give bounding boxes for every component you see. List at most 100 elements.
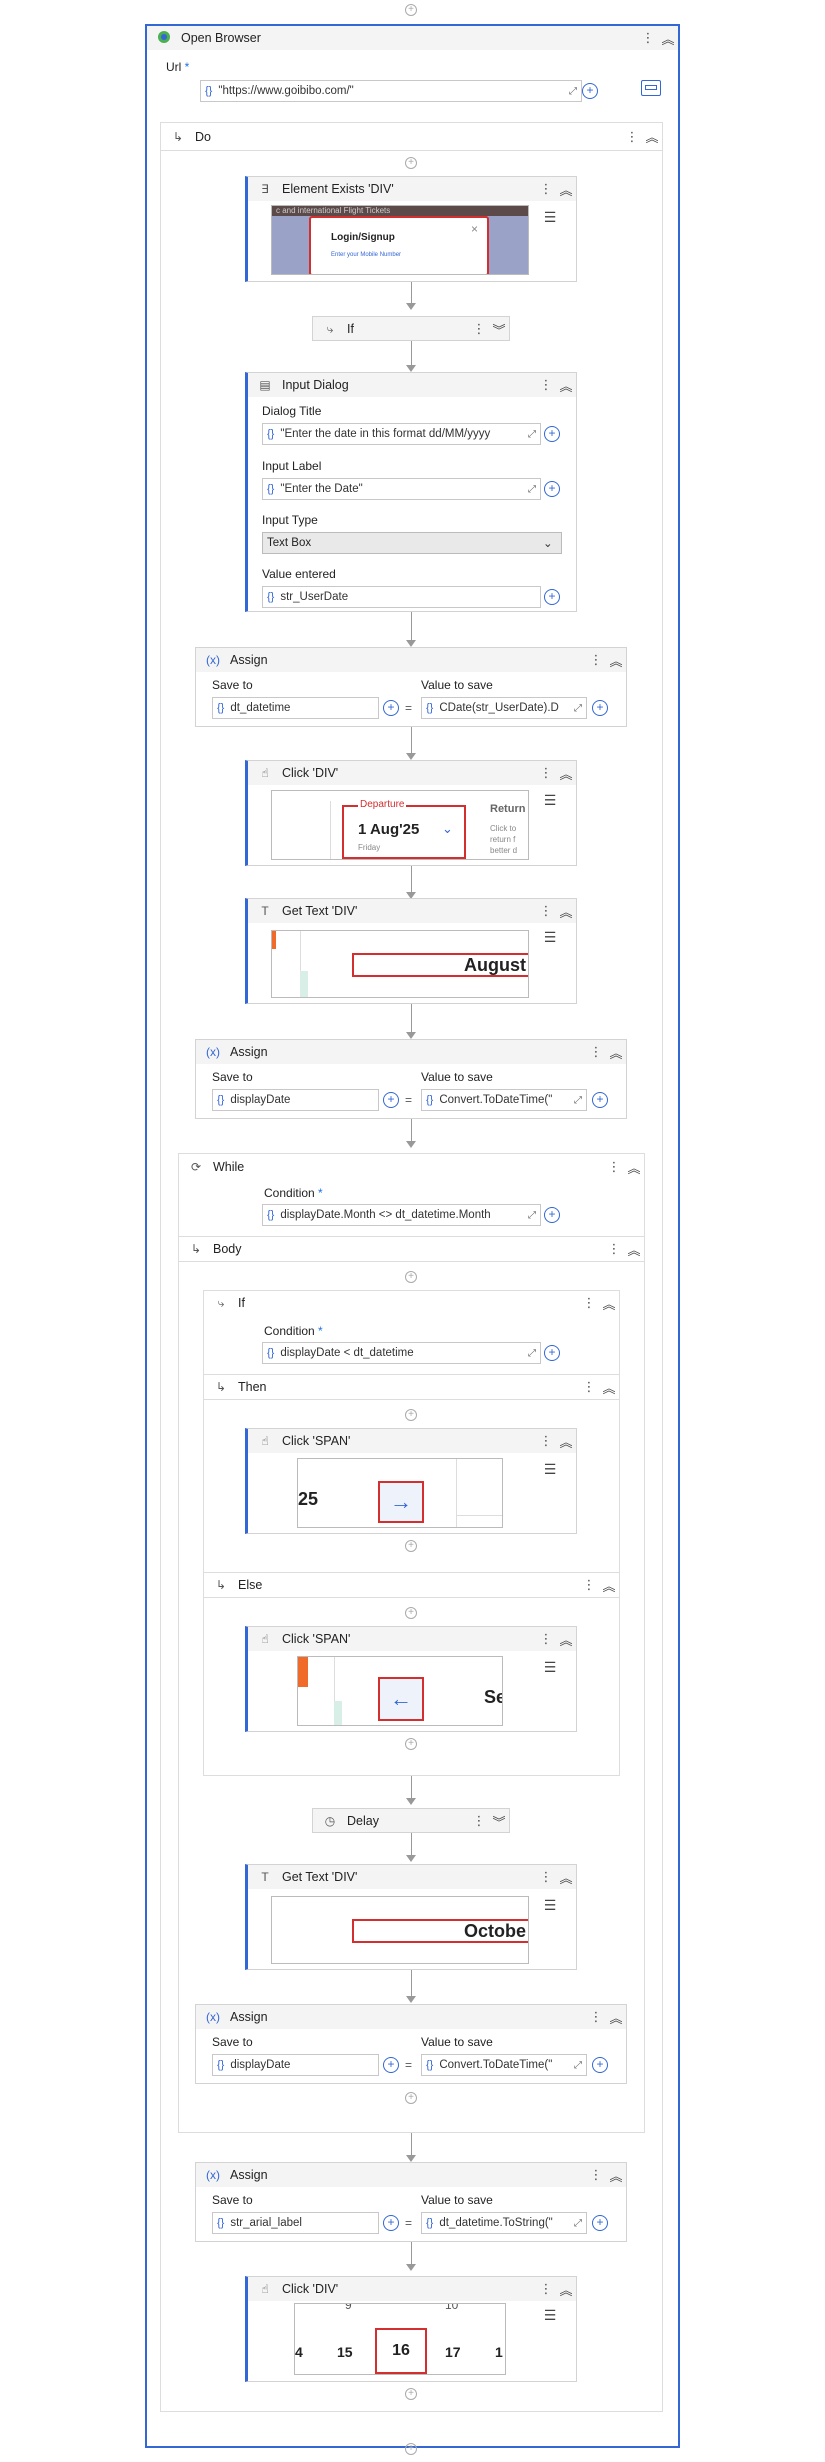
assign-header[interactable]: (x) Assign ⋮ ︽ — [196, 2163, 626, 2187]
more-options-icon[interactable]: ⋮ — [638, 30, 658, 46]
body-header[interactable]: ↳ Body ⋮ ︽ — [179, 1237, 644, 1261]
delay-activity[interactable]: ◷ Delay ⋮ ︾ — [312, 1808, 510, 1833]
expand-icon[interactable]: ︾ — [489, 320, 509, 339]
properties-menu-icon[interactable]: ☰ — [542, 1660, 558, 1676]
value-to-save-field[interactable]: {} dt_datetime.ToString(" ⤢ — [421, 2212, 587, 2234]
collapse-icon[interactable]: ︽ — [556, 902, 576, 921]
collapse-icon[interactable]: ︽ — [556, 1432, 576, 1451]
then-header[interactable]: ↳ Then ⋮ ︽ — [204, 1375, 619, 1399]
value-entered-field[interactable]: {} str_UserDate — [262, 586, 541, 608]
click-div-header[interactable]: ☝ Click 'DIV' ⋮ ︽ — [248, 2277, 576, 2301]
add-button[interactable]: + — [383, 2057, 399, 2073]
more-options-icon[interactable]: ⋮ — [536, 765, 556, 781]
add-button[interactable]: + — [592, 1092, 608, 1108]
save-to-field[interactable]: {} str_arial_label — [212, 2212, 379, 2234]
value-to-save-field[interactable]: {} CDate(str_UserDate).D ⤢ — [421, 697, 587, 719]
more-options-icon[interactable]: ⋮ — [586, 2167, 606, 2183]
expand-editor-icon[interactable]: ⤢ — [570, 703, 586, 714]
save-to-field[interactable]: {} displayDate — [212, 2054, 379, 2076]
value-to-save-field[interactable]: {} Convert.ToDateTime(" ⤢ — [421, 1089, 587, 1111]
while-header[interactable]: ⟳ While ⋮ ︽ — [179, 1154, 644, 1180]
more-options-icon[interactable]: ⋮ — [622, 129, 642, 145]
input-type-dropdown[interactable]: Text Box ⌄ — [262, 532, 562, 554]
more-options-icon[interactable]: ⋮ — [536, 2281, 556, 2297]
add-button[interactable]: + — [592, 2057, 608, 2073]
if-header[interactable]: ⤷ If ⋮ ︽ — [204, 1291, 619, 1315]
url-field[interactable]: {} "https://www.goibibo.com/" ⤢ — [200, 80, 582, 102]
more-options-icon[interactable]: ⋮ — [604, 1159, 624, 1175]
click-span-header[interactable]: ☝ Click 'SPAN' ⋮ ︽ — [248, 1627, 576, 1651]
expand-editor-icon[interactable]: ⤢ — [524, 1210, 540, 1221]
get-text-header[interactable]: T Get Text 'DIV' ⋮ ︽ — [248, 899, 576, 923]
add-activity-button[interactable]: + — [405, 1738, 417, 1750]
indicate-browser-icon[interactable] — [641, 80, 661, 96]
input-label-field[interactable]: {} "Enter the Date" ⤢ — [262, 478, 541, 500]
collapse-icon[interactable]: ︽ — [556, 1630, 576, 1649]
more-options-icon[interactable]: ⋮ — [586, 652, 606, 668]
collapse-icon[interactable]: ︽ — [606, 2166, 626, 2185]
expand-editor-icon[interactable]: ⤢ — [524, 1348, 540, 1359]
more-options-icon[interactable]: ⋮ — [586, 1044, 606, 1060]
if-header[interactable]: ⤷ If ⋮ ︾ — [313, 317, 509, 341]
add-activity-button[interactable]: + — [405, 157, 417, 169]
collapse-icon[interactable]: ︽ — [556, 376, 576, 395]
more-options-icon[interactable]: ⋮ — [579, 1379, 599, 1395]
delay-header[interactable]: ◷ Delay ⋮ ︾ — [313, 1809, 509, 1833]
collapse-icon[interactable]: ︽ — [606, 1043, 626, 1062]
properties-menu-icon[interactable]: ☰ — [542, 793, 558, 809]
add-activity-button[interactable]: + — [405, 2092, 417, 2104]
properties-menu-icon[interactable]: ☰ — [542, 210, 558, 226]
more-options-icon[interactable]: ⋮ — [586, 2009, 606, 2025]
add-button[interactable]: + — [544, 426, 560, 442]
add-activity-button[interactable]: + — [405, 2388, 417, 2400]
click-div-header[interactable]: ☝ Click 'DIV' ⋮ ︽ — [248, 761, 576, 785]
value-to-save-field[interactable]: {} Convert.ToDateTime(" ⤢ — [421, 2054, 587, 2076]
do-header[interactable]: ↳ Do ⋮ ︽ — [161, 123, 662, 151]
add-button[interactable]: + — [383, 2215, 399, 2231]
collapse-icon[interactable]: ︽ — [606, 651, 626, 670]
if-condition-field[interactable]: {} displayDate < dt_datetime ⤢ — [262, 1342, 541, 1364]
collapse-icon[interactable]: ︽ — [556, 764, 576, 783]
assign-header[interactable]: (x) Assign ⋮ ︽ — [196, 648, 626, 672]
more-options-icon[interactable]: ⋮ — [536, 1869, 556, 1885]
click-span-header[interactable]: ☝ Click 'SPAN' ⋮ ︽ — [248, 1429, 576, 1453]
else-header[interactable]: ↳ Else ⋮ ︽ — [204, 1573, 619, 1597]
expand-editor-icon[interactable]: ⤢ — [524, 429, 540, 440]
collapse-icon[interactable]: ︽ — [606, 2008, 626, 2027]
more-options-icon[interactable]: ⋮ — [536, 1433, 556, 1449]
more-options-icon[interactable]: ⋮ — [536, 903, 556, 919]
url-add-button[interactable]: + — [582, 83, 598, 99]
dialog-title-field[interactable]: {} "Enter the date in this format dd/MM/y… — [262, 423, 541, 445]
properties-menu-icon[interactable]: ☰ — [542, 1898, 558, 1914]
add-button[interactable]: + — [544, 1345, 560, 1361]
add-button[interactable]: + — [592, 700, 608, 716]
assign-header[interactable]: (x) Assign ⋮ ︽ — [196, 1040, 626, 1064]
save-to-field[interactable]: {} dt_datetime — [212, 697, 379, 719]
properties-menu-icon[interactable]: ☰ — [542, 1462, 558, 1478]
collapse-icon[interactable]: ︽ — [556, 1868, 576, 1887]
more-options-icon[interactable]: ⋮ — [579, 1577, 599, 1593]
add-activity-button[interactable]: + — [405, 1540, 417, 1552]
open-browser-header[interactable]: Open Browser ⋮ ︽ — [147, 26, 678, 50]
more-options-icon[interactable]: ⋮ — [536, 1631, 556, 1647]
expand-editor-icon[interactable]: ⤢ — [570, 1095, 586, 1106]
add-activity-button[interactable]: + — [405, 1271, 417, 1283]
if-activity[interactable]: ⤷ If ⋮ ︾ — [312, 316, 510, 341]
expand-editor-icon[interactable]: ⤢ — [570, 2218, 586, 2229]
input-dialog-header[interactable]: ▤ Input Dialog ⋮ ︽ — [248, 373, 576, 397]
collapse-icon[interactable]: ︽ — [599, 1294, 619, 1313]
save-to-field[interactable]: {} displayDate — [212, 1089, 379, 1111]
add-activity-bottom[interactable]: + — [405, 2443, 417, 2455]
collapse-icon[interactable]: ︽ — [624, 1158, 644, 1177]
expand-editor-icon[interactable]: ⤢ — [565, 86, 581, 97]
add-button[interactable]: + — [383, 700, 399, 716]
add-button[interactable]: + — [383, 1092, 399, 1108]
add-activity-button[interactable]: + — [405, 1409, 417, 1421]
collapse-icon[interactable]: ︽ — [556, 2280, 576, 2299]
collapse-icon[interactable]: ︽ — [624, 1240, 644, 1259]
expand-icon[interactable]: ︾ — [489, 1812, 509, 1831]
more-options-icon[interactable]: ⋮ — [469, 1813, 489, 1829]
collapse-icon[interactable]: ︽ — [658, 29, 678, 48]
add-activity-button[interactable]: + — [405, 1607, 417, 1619]
add-button[interactable]: + — [544, 1207, 560, 1223]
